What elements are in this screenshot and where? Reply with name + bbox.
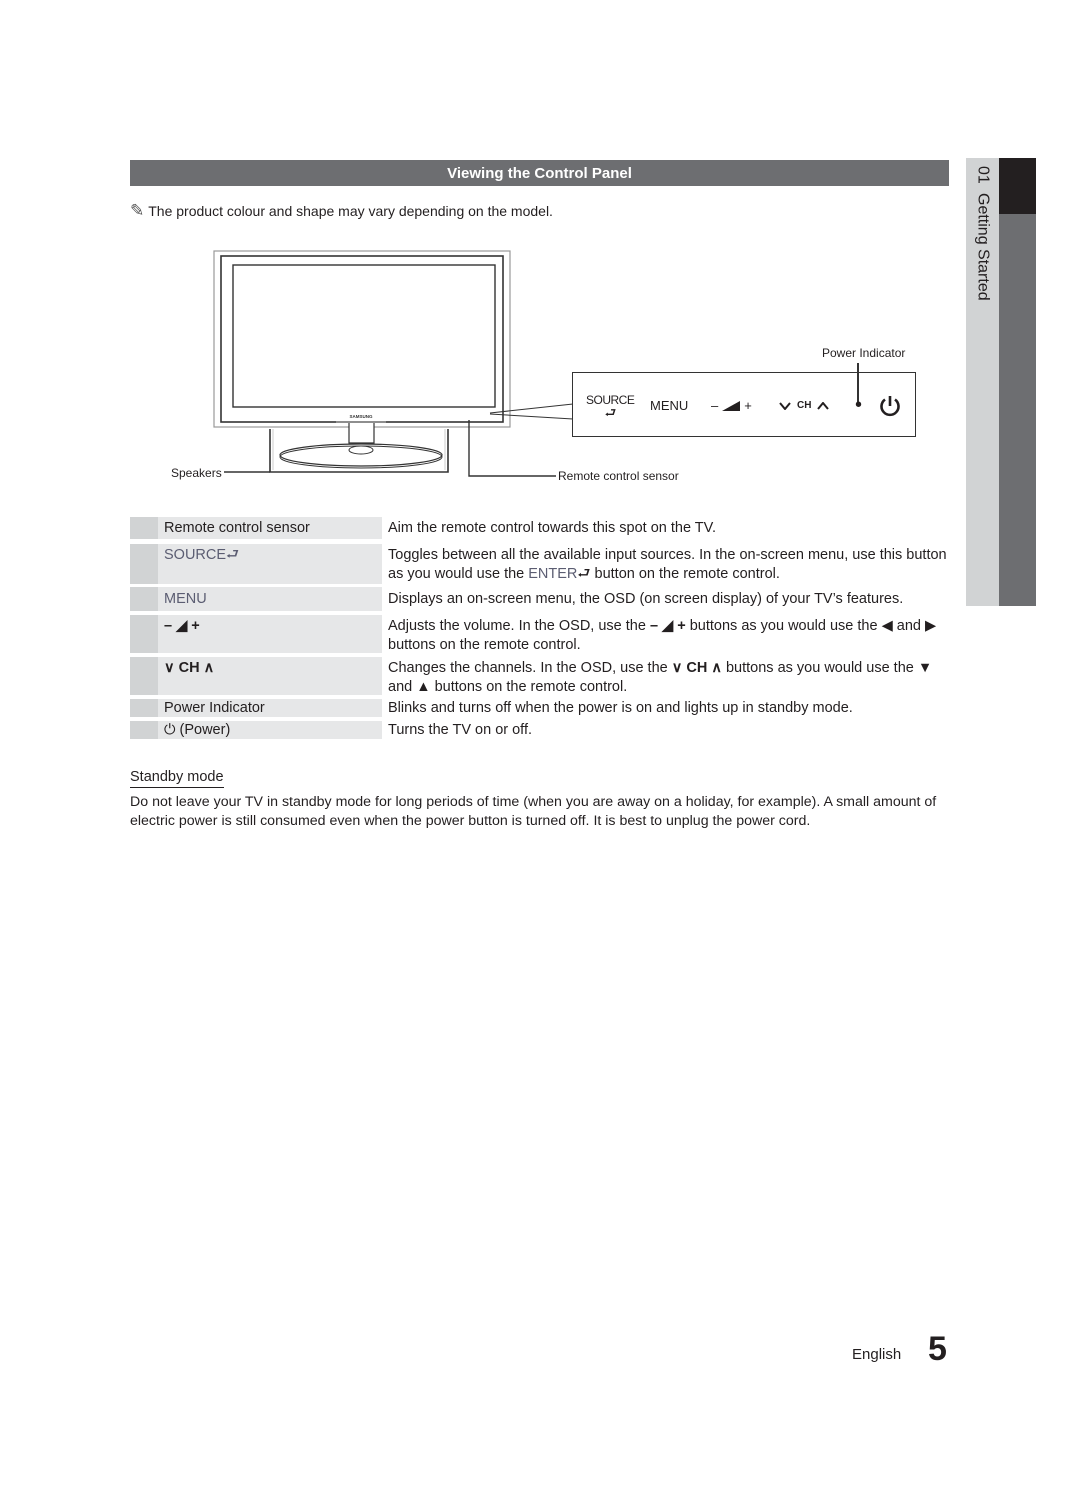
chapter-tab-marker: [999, 158, 1036, 214]
chevron-up-icon: [817, 401, 830, 410]
panel-ch-label: CH: [797, 400, 812, 411]
table-key: – ◢ +: [130, 615, 382, 653]
enter-icon: ⮐: [226, 547, 240, 563]
channel-icon: ∨ CH ∧: [164, 660, 215, 676]
enter-icon: ⮐: [577, 566, 591, 582]
desc-text: Changes the channels. In the OSD, use th…: [388, 660, 672, 676]
tv-diagram: SAMSUNG: [213, 250, 859, 477]
volume-icon: – ◢ +: [649, 618, 686, 634]
channel-icon: ∨ CH ∧: [671, 660, 722, 676]
key-label: SOURCE: [164, 547, 227, 563]
remote-sensor-label: Remote control sensor: [558, 469, 679, 483]
tv-brand: SAMSUNG: [349, 414, 373, 419]
power-icon: [880, 395, 900, 416]
volume-icon: [722, 400, 741, 411]
table-key: Remote control sensor: [130, 517, 382, 539]
key-label: (Power): [179, 722, 231, 738]
chapter-title: Getting Started: [974, 192, 992, 301]
tv-stand-hub: [348, 445, 374, 455]
indicator-dot-icon: •: [855, 394, 863, 416]
table-desc: Blinks and turns off when the power is o…: [388, 700, 853, 716]
chapter-label: 01 Getting Started: [966, 158, 999, 458]
table-key: SOURCE⮐: [130, 544, 382, 584]
chapter-tab-bar: [999, 158, 1036, 606]
standby-heading: Standby mode: [130, 769, 224, 788]
key-label: Remote control sensor: [164, 520, 310, 536]
page-number: 5: [928, 1330, 947, 1368]
panel-source-button[interactable]: SOURCE ⮐: [586, 373, 635, 438]
control-panel-closeup: SOURCE ⮐ MENU – + CH •: [572, 372, 916, 437]
power-indicator-label: Power Indicator: [822, 346, 906, 360]
tv-screen: [232, 264, 496, 408]
source-enter-icon: ⮐: [604, 404, 617, 420]
table-key: ∨ CH ∧: [130, 657, 382, 695]
tv-stand-neck: [348, 423, 375, 444]
desc-text: Adjusts the volume. In the OSD, use the: [388, 618, 650, 634]
power-indicator-led: •: [855, 373, 862, 438]
table-desc: Turns the TV on or off.: [388, 722, 533, 738]
volume-icon: – ◢ +: [164, 618, 200, 634]
volume-minus-icon: –: [711, 398, 719, 413]
table-key: Power Indicator: [130, 699, 382, 717]
panel-menu-label: MENU: [650, 398, 689, 413]
panel-power-button[interactable]: [878, 373, 902, 438]
table-desc: Adjusts the volume. In the OSD, use the …: [388, 617, 950, 655]
key-label: Power Indicator: [164, 700, 265, 716]
remote-sensor-leader: [468, 420, 556, 477]
key-label: MENU: [164, 591, 207, 607]
power-icon: ⏻: [164, 722, 176, 738]
speakers-label: Speakers: [171, 466, 222, 480]
footer-language: English: [852, 1346, 902, 1363]
chevron-down-icon: [779, 401, 791, 410]
table-key: ⏻ (Power): [130, 721, 382, 739]
table-desc: Displays an on-screen menu, the OSD (on …: [388, 591, 904, 607]
chapter-number: 01: [974, 166, 992, 184]
table-desc: Aim the remote control towards this spot…: [388, 520, 717, 536]
desc-text: button on the remote control.: [590, 566, 780, 582]
panel-volume-buttons[interactable]: – +: [711, 373, 752, 438]
standby-body: Do not leave your TV in standby mode for…: [130, 794, 937, 829]
volume-plus-icon: +: [744, 398, 752, 413]
table-desc: Toggles between all the available input …: [388, 546, 950, 584]
panel-menu-button[interactable]: MENU: [650, 373, 688, 438]
table-key: MENU: [130, 587, 382, 611]
table-desc: Changes the channels. In the OSD, use th…: [388, 659, 950, 697]
panel-channel-buttons[interactable]: CH: [779, 373, 830, 438]
enter-label: ENTER: [528, 566, 578, 582]
